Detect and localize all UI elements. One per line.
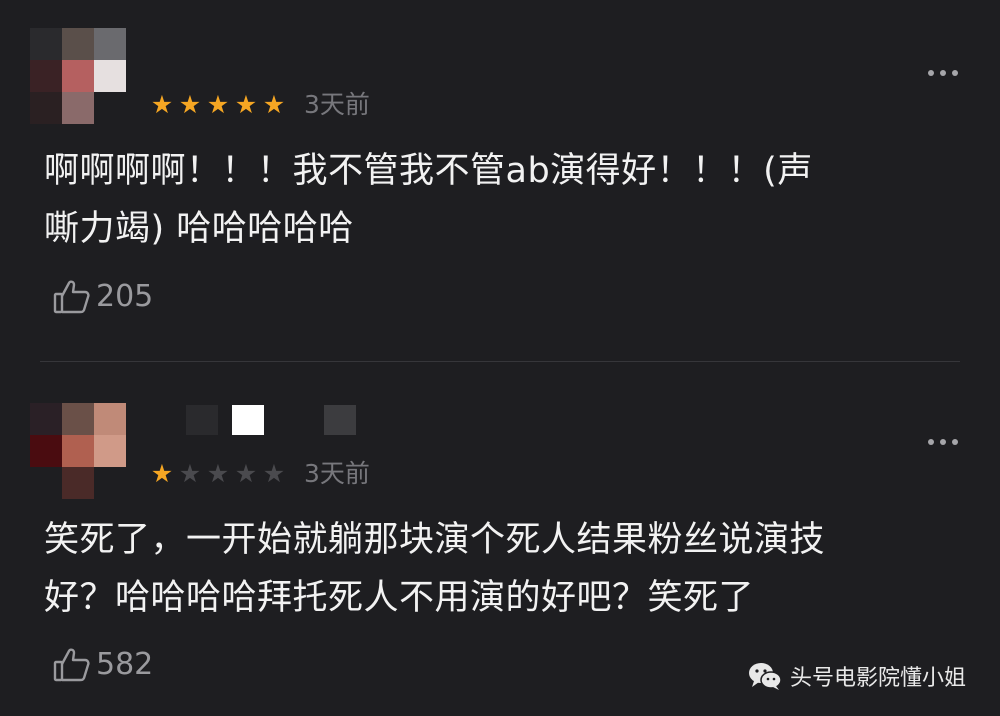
thumbs-up-icon [53,280,90,314]
comment-time: 3天前 [304,459,370,488]
star-rating: ★ ★ ★ ★ ★ 3天前 [148,91,370,119]
star-icon: ★ [150,90,174,119]
avatar[interactable] [30,403,126,499]
star-icon: ★ [178,459,202,488]
avatar-pixel [62,92,94,124]
avatar-pixel [62,403,94,435]
like-count: 205 [96,279,154,314]
like-button[interactable]: 205 [52,277,153,317]
more-options-icon[interactable] [928,439,958,445]
avatar-pixel [94,403,126,435]
comment-item-1: ★ ★ ★ ★ ★ 3天前 啊啊啊啊！！！我不管我不管ab演得好！！！(声 嘶力… [0,0,1000,362]
star-icon: ★ [262,459,286,488]
avatar-pixel [30,60,62,92]
star-icon: ★ [178,90,202,119]
comment-text-line: 笑死了，一开始就躺那块演个死人结果粉丝说演技 [44,520,826,560]
avatar-pixel [94,467,126,499]
avatar-pixel [62,28,94,60]
username-blur-pixel [324,405,356,435]
comment-text-line: 嘶力竭) 哈哈哈哈哈 [44,209,354,249]
star-icon: ★ [234,459,258,488]
username-blur-pixel [186,405,218,435]
watermark-label: 头号电影院懂小姐 [789,666,966,691]
like-button[interactable]: 582 [52,645,153,685]
avatar-pixel [30,403,62,435]
star-icon: ★ [262,90,286,119]
comment-text: 笑死了，一开始就躺那块演个死人结果粉丝说演技 好？哈哈哈哈拜托死人不用演的好吧？… [44,511,944,627]
watermark: 头号电影院懂小姐 [748,660,966,692]
avatar-pixel [30,435,62,467]
avatar-pixel [30,467,62,499]
username-blur-pixel [278,405,310,435]
divider [40,361,960,362]
more-options-icon[interactable] [928,70,958,76]
avatar-pixel [62,435,94,467]
avatar-pixel [94,28,126,60]
avatar-pixel [62,60,94,92]
thumbs-up-icon [53,648,90,682]
avatar-pixel [62,467,94,499]
comment-text-line: 啊啊啊啊！！！我不管我不管ab演得好！！！(声 [44,151,813,191]
star-icon: ★ [206,459,230,488]
avatar-pixel [94,435,126,467]
wechat-icon [748,663,782,690]
comment-text: 啊啊啊啊！！！我不管我不管ab演得好！！！(声 嘶力竭) 哈哈哈哈哈 [44,142,944,258]
avatar-pixel [30,92,62,124]
star-icon: ★ [234,90,258,119]
username-blurred[interactable] [186,405,370,435]
username-blur-pixel [232,405,264,435]
star-icon: ★ [206,90,230,119]
avatar-pixel [30,28,62,60]
avatar-pixel [94,92,126,124]
avatar[interactable] [30,28,126,124]
star-icon: ★ [150,459,174,488]
like-count: 582 [96,647,154,682]
star-rating: ★ ★ ★ ★ ★ 3天前 [148,460,370,488]
comment-time: 3天前 [304,90,370,119]
comment-text-line: 好？哈哈哈哈拜托死人不用演的好吧？笑死了 [44,578,755,618]
avatar-pixel [94,60,126,92]
